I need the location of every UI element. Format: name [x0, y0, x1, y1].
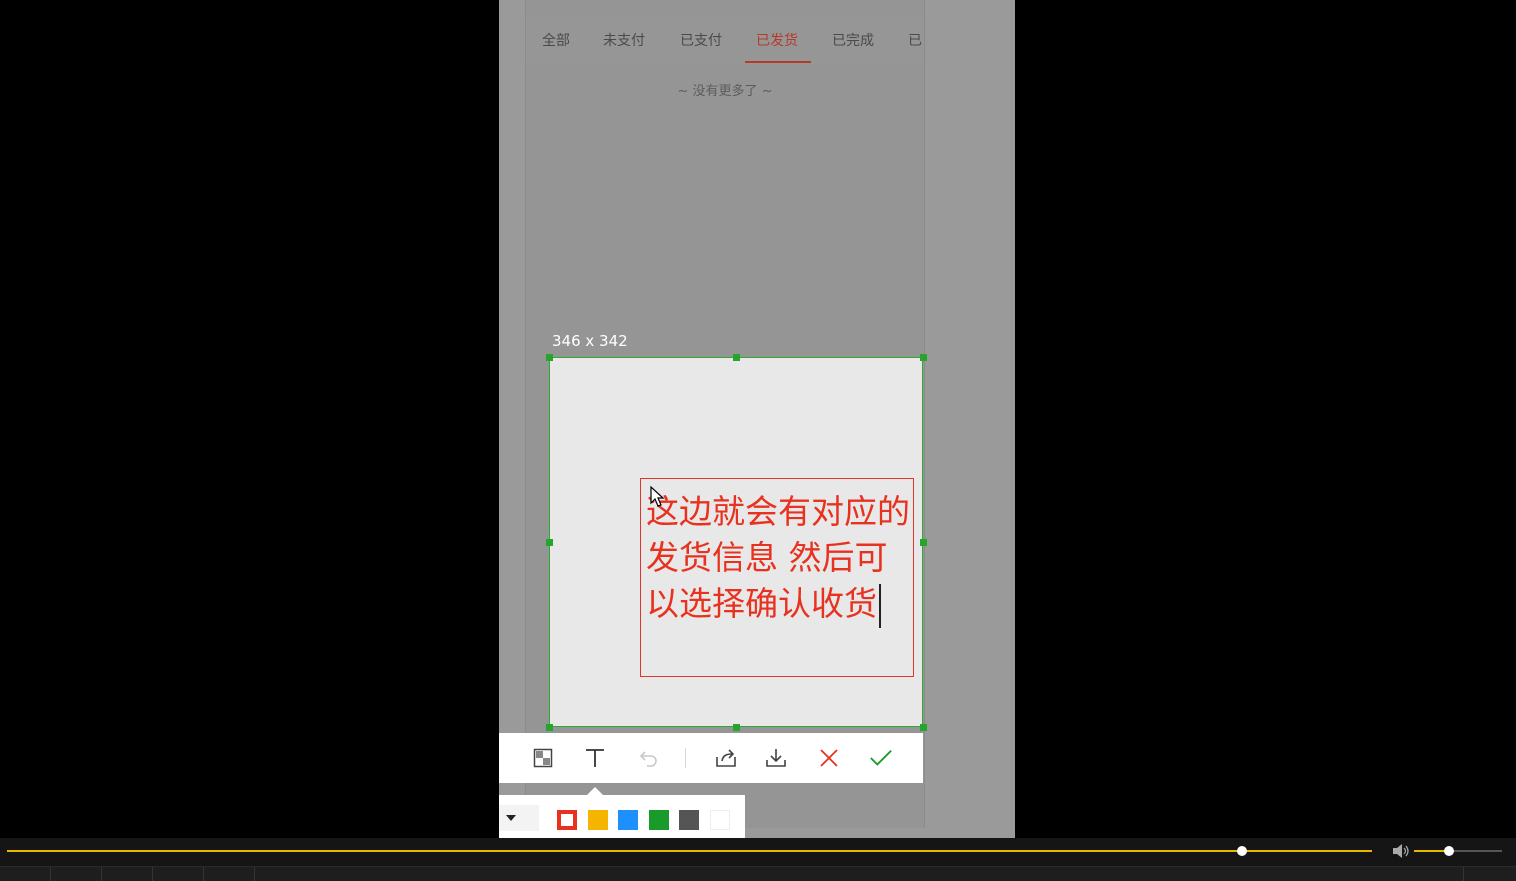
seek-bar[interactable] [7, 850, 1372, 852]
tab-unpaid[interactable]: 未支付 [603, 30, 645, 50]
volume-icon[interactable] [1392, 843, 1410, 859]
no-more-text: ~ 没有更多了 ~ [677, 84, 773, 99]
text-icon[interactable] [583, 746, 607, 770]
annotation-text: 这边就会有对应的发货信息 然后可以选择确认收货 [646, 492, 910, 623]
mouse-pointer-icon [650, 486, 665, 507]
text-caret [879, 583, 881, 628]
tab-truncated[interactable]: 已 [908, 30, 922, 50]
video-frame: 全部 未支付 已支付 已发货 已完成 已 ~ 没有更多了 ~ 346 x 342… [0, 0, 1516, 838]
selection-size-label: 346 x 342 [552, 332, 628, 350]
color-swatch-2[interactable] [587, 810, 608, 830]
status-strip [0, 866, 1516, 881]
mosaic-icon[interactable] [531, 746, 555, 770]
text-annotation-box[interactable]: 这边就会有对应的发货信息 然后可以选择确认收货 [640, 478, 914, 677]
cancel-icon[interactable] [817, 746, 841, 770]
resize-handle-bottom[interactable] [733, 724, 740, 731]
download-icon[interactable] [764, 746, 788, 770]
tab-paid[interactable]: 已支付 [680, 30, 722, 50]
resize-handle-bottom-left[interactable] [546, 724, 553, 731]
resize-handle-top-right[interactable] [920, 354, 927, 361]
resize-handle-right[interactable] [920, 539, 927, 546]
color-swatch-3[interactable] [618, 810, 638, 830]
resize-handle-top[interactable] [733, 354, 740, 361]
resize-handle-left[interactable] [546, 539, 553, 546]
confirm-icon[interactable] [869, 746, 893, 770]
undo-icon[interactable] [637, 746, 661, 770]
tab-shipped[interactable]: 已发货 [756, 30, 798, 50]
font-size-dropdown[interactable] [499, 805, 539, 831]
active-tab-indicator [745, 61, 811, 63]
volume-handle[interactable] [1444, 846, 1455, 856]
toolbar-divider [685, 748, 686, 768]
color-picker-bar [499, 787, 745, 838]
color-swatch-4[interactable] [648, 810, 669, 830]
tab-all[interactable]: 全部 [542, 30, 570, 50]
chevron-down-icon [506, 815, 516, 821]
popover-arrow [587, 787, 603, 795]
share-icon[interactable] [714, 746, 738, 770]
color-swatch-6[interactable] [709, 810, 730, 830]
resize-handle-bottom-right[interactable] [920, 724, 927, 731]
volume-slider[interactable] [1414, 850, 1502, 852]
seek-handle[interactable] [1237, 846, 1248, 856]
resize-handle-top-left[interactable] [546, 354, 553, 361]
order-status-tabs: 全部 未支付 已支付 已发货 已完成 已 [526, 14, 924, 64]
color-swatch-1[interactable] [557, 810, 577, 830]
annotation-toolbar [499, 733, 923, 783]
tab-completed[interactable]: 已完成 [832, 30, 874, 50]
color-swatch-5[interactable] [679, 810, 699, 830]
video-player-controls [0, 838, 1516, 881]
